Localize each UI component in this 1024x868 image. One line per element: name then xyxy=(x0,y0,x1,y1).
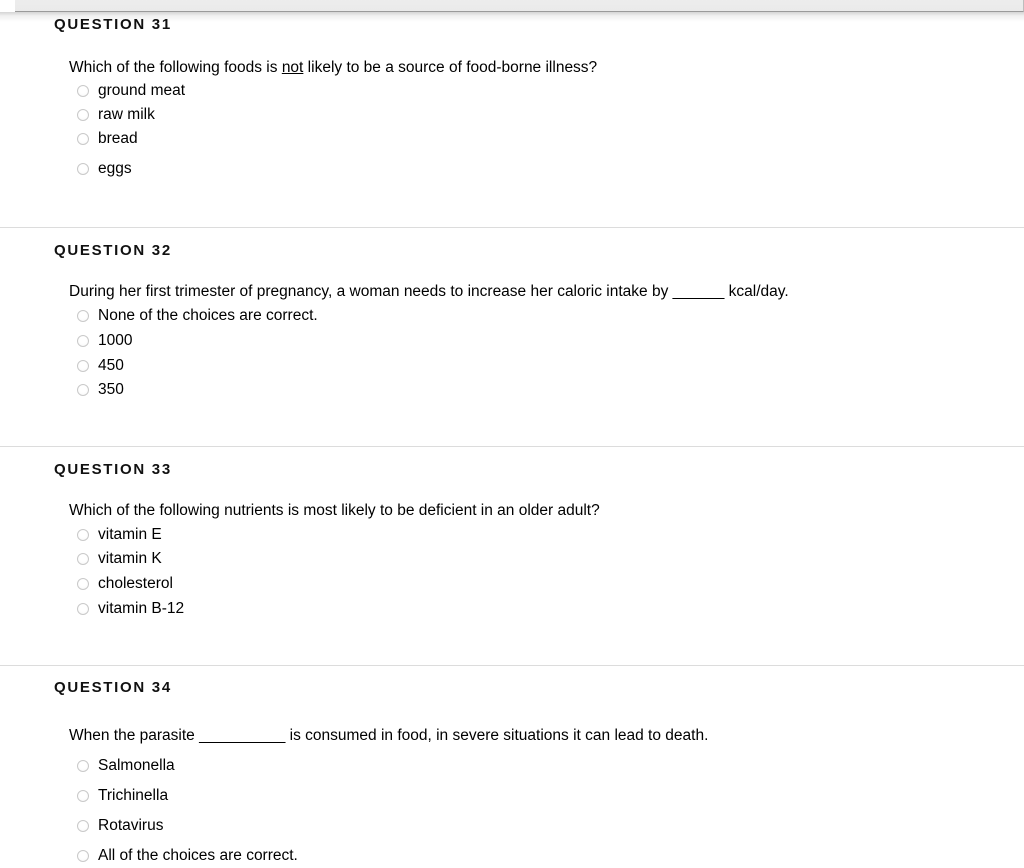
question-block-31: QUESTION 31 Which of the following foods… xyxy=(0,0,1024,227)
choice-option[interactable]: vitamin B-12 xyxy=(77,599,184,618)
question-heading-31: QUESTION 31 xyxy=(54,16,172,33)
choice-label: bread xyxy=(98,130,138,147)
radio-button-icon[interactable] xyxy=(77,789,89,802)
radio-button-icon[interactable] xyxy=(77,309,89,322)
radio-button-icon[interactable] xyxy=(77,577,89,590)
choice-label: 1000 xyxy=(98,332,133,349)
question-heading-34: QUESTION 34 xyxy=(54,679,172,696)
question-stem-34: When the parasite __________ is consumed… xyxy=(69,726,708,745)
stem-blank: ______ xyxy=(672,283,725,300)
choice-option[interactable]: Trichinella xyxy=(77,786,168,805)
radio-button-icon[interactable] xyxy=(77,819,89,832)
choice-label: 450 xyxy=(98,357,124,374)
choice-option[interactable]: None of the choices are correct. xyxy=(77,306,318,325)
choice-option[interactable]: 350 xyxy=(77,380,124,399)
choice-option[interactable]: bread xyxy=(77,129,138,148)
choice-label: Salmonella xyxy=(98,757,175,774)
choice-label: Trichinella xyxy=(98,787,169,804)
choice-label: vitamin E xyxy=(98,526,162,543)
stem-text-after: is consumed in food, in severe situation… xyxy=(285,727,709,744)
choice-option[interactable]: 450 xyxy=(77,356,124,375)
radio-button-icon[interactable] xyxy=(77,132,89,145)
choice-option[interactable]: raw milk xyxy=(77,105,155,124)
choice-option[interactable]: 1000 xyxy=(77,331,132,350)
choice-option[interactable]: Rotavirus xyxy=(77,816,163,835)
stem-blank: __________ xyxy=(199,727,286,744)
choice-label: vitamin B-12 xyxy=(98,600,185,617)
radio-button-icon[interactable] xyxy=(77,334,89,347)
radio-button-icon[interactable] xyxy=(77,108,89,121)
radio-button-icon[interactable] xyxy=(77,383,89,396)
choice-option[interactable]: vitamin K xyxy=(77,549,162,568)
stem-text-before: Which of the following foods is xyxy=(69,59,282,76)
choice-option[interactable]: Salmonella xyxy=(77,756,175,775)
choice-label: None of the choices are correct. xyxy=(98,307,318,324)
question-block-32: QUESTION 32 During her first trimester o… xyxy=(0,227,1024,446)
question-stem-32: During her first trimester of pregnancy,… xyxy=(69,282,789,301)
stem-emphasis-not: not xyxy=(281,59,304,76)
choice-label: All of the choices are correct. xyxy=(98,847,298,864)
radio-button-icon[interactable] xyxy=(77,849,89,862)
stem-text-before: When the parasite xyxy=(69,727,200,744)
stem-text-after: likely to be a source of food-borne illn… xyxy=(303,59,598,76)
question-block-34: QUESTION 34 When the parasite __________… xyxy=(0,665,1024,868)
choice-option[interactable]: ground meat xyxy=(77,81,185,100)
question-block-33: QUESTION 33 Which of the following nutri… xyxy=(0,446,1024,665)
choice-option[interactable]: All of the choices are correct. xyxy=(77,846,298,865)
choice-option[interactable]: eggs xyxy=(77,159,132,178)
radio-button-icon[interactable] xyxy=(77,552,89,565)
question-heading-32: QUESTION 32 xyxy=(54,242,172,259)
choice-label: eggs xyxy=(98,160,132,177)
choice-label: ground meat xyxy=(98,82,186,99)
radio-button-icon[interactable] xyxy=(77,528,89,541)
choice-label: raw milk xyxy=(98,106,155,123)
radio-button-icon[interactable] xyxy=(77,359,89,372)
radio-button-icon[interactable] xyxy=(77,84,89,97)
quiz-page: QUESTION 31 Which of the following foods… xyxy=(0,0,1024,868)
question-heading-33: QUESTION 33 xyxy=(54,461,172,478)
radio-button-icon[interactable] xyxy=(77,759,89,772)
choice-label: cholesterol xyxy=(98,575,173,592)
choice-label: Rotavirus xyxy=(98,817,164,834)
stem-text-before: During her first trimester of pregnancy,… xyxy=(69,283,673,300)
question-stem-33: Which of the following nutrients is most… xyxy=(69,502,600,519)
choice-label: vitamin K xyxy=(98,550,162,567)
radio-button-icon[interactable] xyxy=(77,162,89,175)
stem-text-after: kcal/day. xyxy=(724,283,789,300)
radio-button-icon[interactable] xyxy=(77,602,89,615)
choice-option[interactable]: vitamin E xyxy=(77,525,162,544)
question-stem-31: Which of the following foods is not like… xyxy=(69,58,597,77)
choice-label: 350 xyxy=(98,381,124,398)
choice-option[interactable]: cholesterol xyxy=(77,574,173,593)
